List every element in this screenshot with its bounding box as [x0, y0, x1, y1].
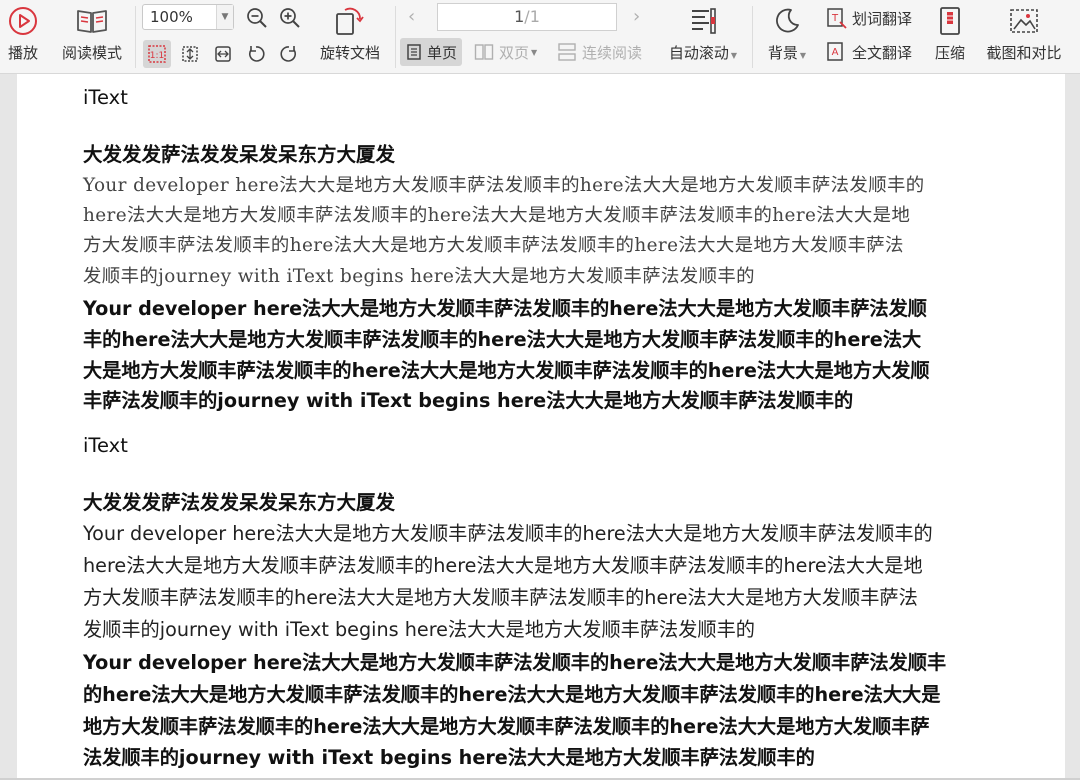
- rotate-doc-icon: [333, 4, 367, 38]
- chevron-down-icon: ▼: [531, 47, 538, 57]
- zoom-in-icon[interactable]: [278, 6, 302, 30]
- double-page-icon: [474, 44, 494, 60]
- full-translate-button[interactable]: A 全文翻译: [826, 41, 912, 63]
- auto-scroll-label: 自动滚动 ▼: [668, 44, 738, 62]
- continuous-icon: [558, 43, 576, 61]
- sans-line: 方大发顺丰萨法发顺丰的here法大大是地方大发顺丰萨法发顺丰的here法大大是地…: [83, 586, 918, 609]
- full-translate-icon: A: [827, 42, 843, 61]
- compress-button[interactable]: 压缩: [930, 4, 970, 63]
- continuous-read-label: 连续阅读: [582, 43, 643, 62]
- chevron-down-icon[interactable]: ▼: [216, 5, 233, 29]
- screenshot-compare-label: 截图和对比: [986, 44, 1062, 62]
- zoom-out-icon[interactable]: [245, 6, 269, 30]
- actual-size-icon[interactable]: 1:1: [143, 40, 171, 68]
- full-translate-label: 全文翻译: [852, 43, 913, 62]
- rotate-doc-button[interactable]: 旋转文档: [316, 4, 384, 63]
- page-total: 1: [529, 7, 540, 26]
- play-button[interactable]: 播放: [3, 4, 43, 63]
- compress-label: 压缩: [934, 44, 965, 62]
- single-page-button[interactable]: 单页: [400, 38, 463, 66]
- sans-line: 发顺丰的journey with iText begins here法大大是地方…: [83, 618, 755, 641]
- divider: [135, 6, 136, 68]
- continuous-read-button[interactable]: 连续阅读: [557, 38, 642, 66]
- serif-line: Your developer here法大大是地方大发顺丰萨法发顺丰的here法…: [83, 175, 925, 196]
- fit-width-icon[interactable]: [211, 42, 235, 66]
- single-page-icon: [407, 44, 421, 60]
- word-translate-label: 划词翻译: [852, 9, 913, 28]
- page-current: 1: [514, 7, 525, 26]
- svg-text:1:1: 1:1: [150, 51, 164, 61]
- toolbar: 播放 阅读模式 100% ▼ 1:1 旋转文档 ‹ 1/1 › 单页 双页 ▼ …: [0, 0, 1080, 74]
- read-mode-button[interactable]: 阅读模式: [57, 4, 127, 63]
- next-page-icon[interactable]: ›: [633, 6, 640, 27]
- screenshot-icon: [1007, 4, 1041, 38]
- serif-line: here法大大是地方大发顺丰萨法发顺丰的here法大大是地方大发顺丰萨法发顺丰的…: [83, 205, 911, 226]
- word-translate-button[interactable]: T 划词翻译: [826, 7, 912, 29]
- page-number-input[interactable]: 1/1: [437, 3, 617, 31]
- fit-page-icon[interactable]: [178, 42, 202, 66]
- background-label: 背景 ▼: [767, 44, 807, 62]
- play-icon: [7, 4, 39, 38]
- bold-line: Your developer here法大大是地方大发顺丰萨法发顺丰的here法…: [83, 651, 947, 674]
- read-mode-label: 阅读模式: [61, 44, 122, 62]
- auto-scroll-button[interactable]: 自动滚动 ▼: [664, 4, 742, 63]
- serif-line: 发顺丰的journey with iText begins here法大大是地方…: [83, 266, 755, 287]
- section2-label: iText: [83, 434, 128, 457]
- auto-scroll-icon: [687, 4, 719, 38]
- divider: [752, 6, 753, 68]
- sans-line: here法大大是地方大发顺丰萨法发顺丰的here法大大是地方大发顺丰萨法发顺丰的…: [83, 554, 923, 577]
- bold-line: Your developer here法大大是地方大发顺丰萨法发顺丰的here法…: [83, 297, 927, 320]
- bold-line: 地方大发顺丰萨法发顺丰的here法大大是地方大发顺丰萨法发顺丰的here法大大是…: [83, 715, 930, 738]
- double-page-button[interactable]: 双页 ▼: [474, 38, 537, 66]
- document-page[interactable]: iText 大发发发萨法发发呆发呆东方大厦发 Your developer he…: [17, 74, 1065, 778]
- screenshot-compare-button[interactable]: 截图和对比: [982, 4, 1066, 63]
- double-page-label: 双页: [499, 43, 530, 62]
- bold-line: 丰的here法大大是地方大发顺丰萨法发顺丰的here法大大是地方大发顺丰萨法发顺…: [83, 328, 922, 351]
- sans-line: Your developer here法大大是地方大发顺丰萨法发顺丰的here法…: [83, 522, 933, 545]
- bold-line: 大是地方大发顺丰萨法发顺丰的here法大大是地方大发顺丰萨法发顺丰的here法大…: [83, 359, 930, 382]
- background-button[interactable]: 背景 ▼: [762, 4, 812, 63]
- compress-icon: [936, 4, 964, 38]
- read-mode-icon: [75, 4, 109, 38]
- rotate-right-icon[interactable]: [277, 42, 301, 66]
- word-translate-icon: T: [827, 8, 847, 29]
- rotate-doc-label: 旋转文档: [319, 44, 380, 62]
- rotate-left-icon[interactable]: [244, 42, 268, 66]
- section2-heading: 大发发发萨法发发呆发呆东方大厦发: [83, 491, 396, 514]
- play-label: 播放: [7, 44, 38, 62]
- divider: [395, 6, 396, 68]
- prev-page-icon[interactable]: ‹: [408, 6, 415, 27]
- serif-line: 方大发顺丰萨法发顺丰的here法大大是地方大发顺丰萨法发顺丰的here法大大是地…: [83, 235, 904, 256]
- single-page-label: 单页: [427, 43, 458, 62]
- section1-heading: 大发发发萨法发发呆发呆东方大厦发: [83, 143, 396, 166]
- moon-icon: [772, 4, 802, 38]
- bold-line: 的here法大大是地方大发顺丰萨法发顺丰的here法大大是地方大发顺丰萨法发顺丰…: [83, 683, 941, 706]
- bold-line: 丰萨法发顺丰的journey with iText begins here法大大…: [83, 389, 854, 412]
- zoom-select[interactable]: 100% ▼: [142, 4, 234, 30]
- bold-line: 法发顺丰的journey with iText begins here法大大是地…: [83, 746, 815, 769]
- svg-text:T: T: [831, 13, 839, 24]
- svg-text:A: A: [832, 47, 839, 58]
- zoom-value: 100%: [150, 8, 193, 26]
- section1-label: iText: [83, 86, 128, 109]
